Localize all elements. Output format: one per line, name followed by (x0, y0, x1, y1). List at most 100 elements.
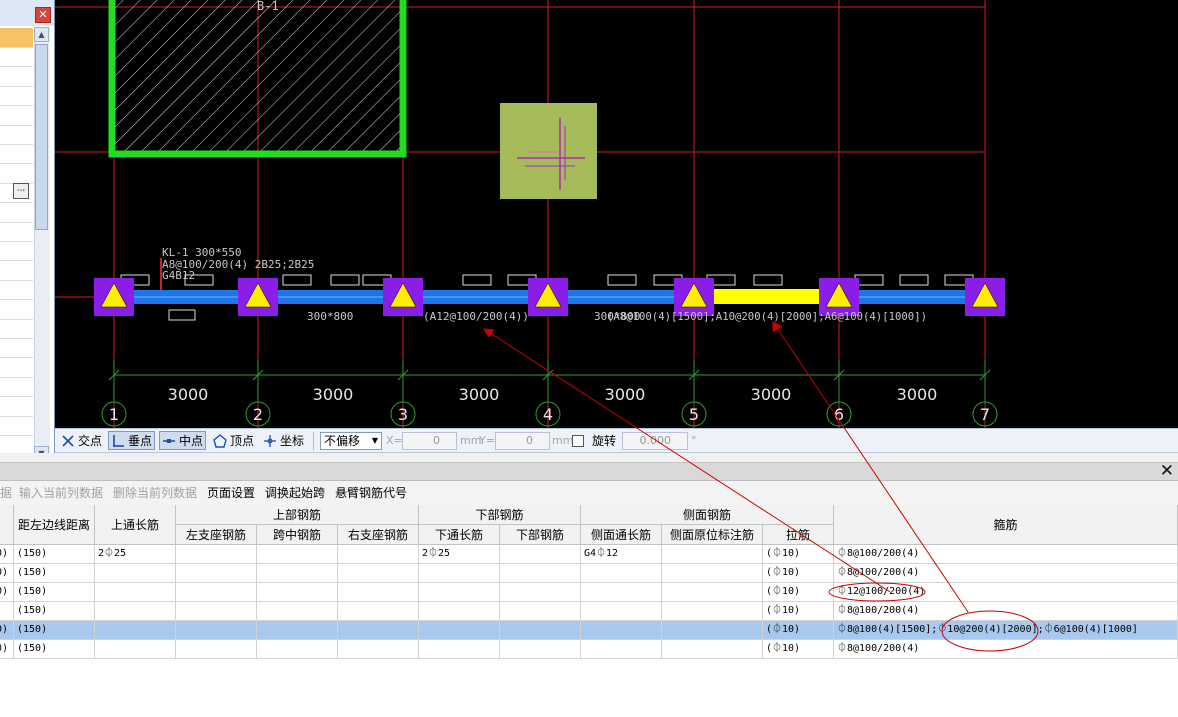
header-mid-span[interactable]: 跨中钢筋 (257, 525, 338, 545)
cell-bottom-rebar[interactable] (500, 621, 581, 640)
cell-right-support[interactable] (338, 564, 419, 583)
cell-side-original[interactable] (662, 640, 763, 659)
cell-side-original[interactable] (662, 602, 763, 621)
cell-left-support[interactable] (176, 602, 257, 621)
close-icon[interactable]: ✕ (1160, 462, 1174, 481)
cell-tie[interactable]: (⏀10) (763, 564, 834, 583)
properties-selected-row[interactable] (0, 28, 33, 47)
cell-stirrup[interactable]: ⏀8@100/200(4) (834, 602, 1178, 621)
header-top-through[interactable]: 上通长筋 (95, 505, 176, 545)
cell-left-support[interactable] (176, 621, 257, 640)
cell-side-original[interactable] (662, 621, 763, 640)
snap-vertex[interactable]: 顶点 (213, 433, 254, 449)
cell-index[interactable]: ) (0, 602, 14, 621)
snap-coordinate[interactable]: 坐标 (263, 433, 304, 449)
snap-midpoint[interactable]: 中点 (159, 431, 207, 450)
properties-close-icon[interactable]: ✕ (35, 7, 51, 23)
cell-left-edge-distance[interactable]: (150) (14, 640, 95, 659)
cell-bottom-rebar[interactable] (500, 583, 581, 602)
cell-right-support[interactable] (338, 640, 419, 659)
offset-mode-select[interactable]: 不偏移 ▼ (320, 432, 382, 450)
x-offset-input[interactable]: 0 (402, 432, 457, 450)
cell-stirrup[interactable]: ⏀8@100(4)[1500];⏀10@200(4)[2000];⏀6@100(… (834, 621, 1178, 640)
header-bottom-rebar[interactable]: 下部钢筋 (500, 525, 581, 545)
table-row[interactable]: 0)(150) (⏀10)⏀12@100/200(4) (0, 583, 1178, 602)
cell-top-through[interactable] (95, 564, 176, 583)
cell-side-original[interactable] (662, 564, 763, 583)
cell-top-through[interactable] (95, 602, 176, 621)
slab-hatch[interactable] (114, 0, 400, 152)
column-pad[interactable] (500, 103, 597, 199)
splitter[interactable] (0, 453, 1178, 462)
cell-bottom-through[interactable]: 2⏀25 (419, 545, 500, 564)
cell-left-edge-distance[interactable]: (150) (14, 564, 95, 583)
cell-bottom-through[interactable] (419, 602, 500, 621)
menu-cantilever-code[interactable]: 悬臂钢筋代号 (335, 486, 407, 500)
cell-right-support[interactable] (338, 602, 419, 621)
cell-index[interactable]: 0) (0, 545, 14, 564)
cell-mid-span[interactable] (257, 583, 338, 602)
cell-side-original[interactable] (662, 583, 763, 602)
cell-stirrup[interactable]: ⏀8@100/200(4) (834, 640, 1178, 659)
cell-bottom-rebar[interactable] (500, 545, 581, 564)
cell-bottom-through[interactable] (419, 564, 500, 583)
cell-tie[interactable]: (⏀10) (763, 640, 834, 659)
y-offset-input[interactable]: 0 (495, 432, 550, 450)
cell-bottom-through[interactable] (419, 640, 500, 659)
cell-tie[interactable]: (⏀10) (763, 602, 834, 621)
scroll-up-icon[interactable]: ▲ (34, 27, 49, 42)
cell-index[interactable]: 0) (0, 621, 14, 640)
cell-side-through[interactable] (581, 640, 662, 659)
cell-top-through[interactable] (95, 621, 176, 640)
cell-side-original[interactable] (662, 545, 763, 564)
header-right-support[interactable]: 右支座钢筋 (338, 525, 419, 545)
cell-left-edge-distance[interactable]: (150) (14, 545, 95, 564)
cell-bottom-through[interactable] (419, 621, 500, 640)
menu-swap-start-span[interactable]: 调换起始跨 (265, 486, 325, 500)
cell-right-support[interactable] (338, 545, 419, 564)
cell-left-support[interactable] (176, 640, 257, 659)
cell-index[interactable]: 0) (0, 640, 14, 659)
table-row[interactable]: 0)(150) (⏀10)⏀8@100(4)[1500];⏀10@200(4)[2… (0, 621, 1178, 640)
table-row[interactable]: 0)(150) (⏀10)⏀8@100/200(4) (0, 564, 1178, 583)
drawing-canvas[interactable]: B-1 KL-1 300*550 A8@100/200(4) 2B25;2B25… (55, 0, 1178, 428)
header-side-original[interactable]: 侧面原位标注筋 (662, 525, 763, 545)
cell-side-through[interactable] (581, 621, 662, 640)
cell-bottom-rebar[interactable] (500, 564, 581, 583)
header-bottom-through[interactable]: 下通长筋 (419, 525, 500, 545)
menu-page-setup[interactable]: 页面设置 (207, 486, 255, 500)
cell-left-edge-distance[interactable]: (150) (14, 621, 95, 640)
cell-mid-span[interactable] (257, 621, 338, 640)
menu-data[interactable]: 据 (0, 486, 12, 500)
cell-top-through[interactable]: 2⏀25 (95, 545, 176, 564)
cell-bottom-rebar[interactable] (500, 640, 581, 659)
rotate-angle-input[interactable]: 0.000 (622, 432, 688, 450)
cell-side-through[interactable]: G4⏀12 (581, 545, 662, 564)
cell-bottom-rebar[interactable] (500, 602, 581, 621)
ellipsis-button[interactable]: ··· (13, 183, 29, 199)
cell-side-through[interactable] (581, 602, 662, 621)
cell-side-through[interactable] (581, 564, 662, 583)
header-left-edge-distance[interactable]: 距左边线距离 (14, 505, 95, 545)
menu-delete-column[interactable]: 删除当前列数据 (113, 486, 197, 500)
cell-tie[interactable]: (⏀10) (763, 583, 834, 602)
rotate-checkbox[interactable] (572, 435, 584, 447)
cell-top-through[interactable] (95, 583, 176, 602)
cell-mid-span[interactable] (257, 564, 338, 583)
cell-left-support[interactable] (176, 545, 257, 564)
cell-mid-span[interactable] (257, 602, 338, 621)
cell-stirrup[interactable]: ⏀8@100/200(4) (834, 564, 1178, 583)
cell-top-through[interactable] (95, 640, 176, 659)
cell-stirrup[interactable]: ⏀12@100/200(4) (834, 583, 1178, 602)
table-row[interactable]: 0)(150) (⏀10)⏀8@100/200(4) (0, 640, 1178, 659)
header-left-support[interactable]: 左支座钢筋 (176, 525, 257, 545)
cell-bottom-through[interactable] (419, 583, 500, 602)
table-row[interactable]: 0)(150)2⏀252⏀25G4⏀12(⏀10)⏀8@100/200(4) (0, 545, 1178, 564)
header-stirrup[interactable]: 箍筋 (834, 505, 1178, 545)
cell-left-edge-distance[interactable]: (150) (14, 602, 95, 621)
cell-left-support[interactable] (176, 583, 257, 602)
cell-tie[interactable]: (⏀10) (763, 545, 834, 564)
header-tie[interactable]: 拉筋 (763, 525, 834, 545)
cell-left-edge-distance[interactable]: (150) (14, 583, 95, 602)
cell-tie[interactable]: (⏀10) (763, 621, 834, 640)
